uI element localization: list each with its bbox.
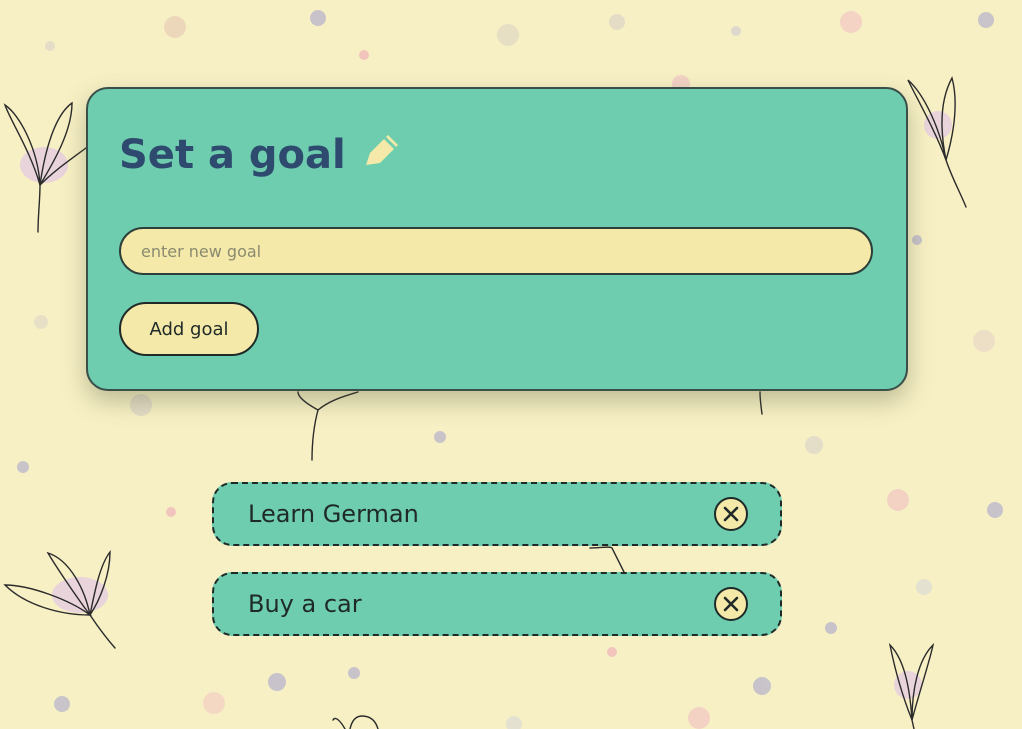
goal-item: Buy a car	[212, 572, 782, 636]
goal-text: Buy a car	[248, 590, 362, 618]
remove-goal-button[interactable]	[714, 587, 748, 621]
remove-goal-button[interactable]	[714, 497, 748, 531]
page-title: Set a goal	[119, 132, 346, 178]
close-icon	[723, 596, 739, 612]
goal-form-card: Set a goal Add goal	[86, 87, 908, 391]
goal-list: Learn German Buy a car	[212, 482, 782, 662]
goal-text: Learn German	[248, 500, 419, 528]
goal-item: Learn German	[212, 482, 782, 546]
pencil-icon	[362, 131, 402, 171]
goal-input[interactable]	[119, 227, 873, 275]
page: { "colors": { "background": "#f7f0c4", "…	[0, 0, 1022, 729]
close-icon	[723, 506, 739, 522]
add-goal-button[interactable]: Add goal	[119, 302, 259, 356]
